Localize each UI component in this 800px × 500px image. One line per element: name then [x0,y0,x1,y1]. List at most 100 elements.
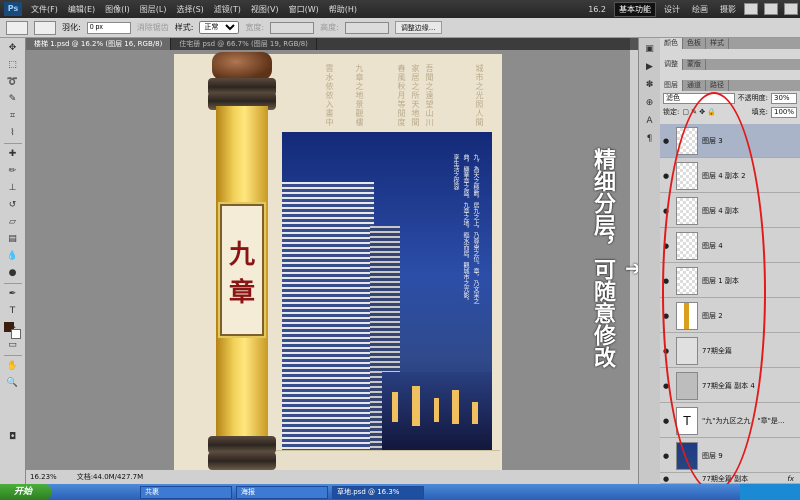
opacity-input[interactable]: 30% [771,92,797,104]
eye-icon[interactable]: ● [660,475,672,483]
tab-styles[interactable]: 样式 [706,38,729,49]
quick-select-tool-icon[interactable]: ✎ [4,92,22,106]
menu-filter[interactable]: 滤镜(T) [209,4,246,15]
actions-icon[interactable]: ▶ [643,62,657,74]
layer-row[interactable]: ● 图层 3 [660,124,800,158]
marquee-tool-icon[interactable]: ⬚ [4,58,22,72]
antialias-checkbox[interactable]: 消除锯齿 [137,22,169,33]
menu-window[interactable]: 窗口(W) [284,4,324,15]
layer-row[interactable]: ● T "九"为九区之九，"章"是... [660,404,800,438]
workspace-design[interactable]: 设计 [660,3,684,16]
tab-document-2[interactable]: 住宅册 psd @ 66.7% (图层 19, RGB/8) [171,38,317,50]
layer-row[interactable]: ● 77期全篇 副本 4 [660,369,800,403]
taskbar-item[interactable]: 共裹 [140,485,232,499]
menu-select[interactable]: 选择(S) [171,4,208,15]
hand-tool-icon[interactable]: ✋ [4,359,22,373]
blur-tool-icon[interactable]: 💧 [4,249,22,263]
eyedropper-tool-icon[interactable]: ⌇ [4,126,22,140]
tab-document-1[interactable]: 楼梯 1.psd @ 16.2% (图层 16, RGB/8) [26,38,172,50]
tool-preset-picker[interactable] [6,20,28,35]
quick-mask-icon[interactable]: ◘ [4,430,22,444]
eye-icon[interactable]: ● [660,382,672,390]
layer-row[interactable]: ● 图层 4 副本 2 [660,159,800,193]
selection-mode-buttons[interactable] [34,20,56,35]
layer-row[interactable]: ● 77期全篇 副本 fx [660,474,800,484]
style-select[interactable]: 正常 [199,21,240,34]
type-tool-icon[interactable]: T [4,304,22,318]
status-zoom[interactable]: 16.23% [30,473,57,481]
pen-tool-icon[interactable]: ✒ [4,287,22,301]
eye-icon[interactable]: ● [660,207,672,215]
eye-icon[interactable]: ● [660,417,672,425]
taskbar-item-active[interactable]: 草地.psd @ 16.3% [332,485,424,499]
width-input[interactable] [270,21,315,34]
tab-masks[interactable]: 蒙版 [683,59,706,70]
eye-icon[interactable]: ● [660,277,672,285]
tab-adjustments[interactable]: 调整 [660,59,683,70]
zoom-level-readout[interactable]: 16.2 [584,4,610,15]
minimize-button[interactable] [744,3,758,15]
lock-icon[interactable]: ▢ ✎ ✥ 🔒 [682,108,716,116]
layer-thumbnail [676,441,698,470]
stamp-tool-icon[interactable]: ⊥ [4,181,22,195]
menu-image[interactable]: 图像(I) [100,4,135,15]
eye-icon[interactable]: ● [660,137,672,145]
menu-file[interactable]: 文件(F) [26,4,63,15]
history-brush-tool-icon[interactable]: ↺ [4,198,22,212]
tab-layers[interactable]: 图层 [660,80,683,91]
lasso-tool-icon[interactable]: ➰ [4,75,22,89]
canvas-area[interactable]: 吾聞之遠望山川 家居之所天地間 春風秋月等閒度 九章之地景觀樓 雲水依依入畫中 … [26,50,630,470]
menu-edit[interactable]: 编辑(E) [63,4,100,15]
eye-icon[interactable]: ● [660,452,672,460]
layer-row[interactable]: ● 图层 1 副本 [660,264,800,298]
taskbar-item[interactable]: 海报 [236,485,328,499]
crop-tool-icon[interactable]: ⌗ [4,109,22,123]
width-label: 宽度: [245,23,265,32]
menu-view[interactable]: 视图(V) [246,4,284,15]
layer-row[interactable]: ● 图层 2 [660,299,800,333]
eye-icon[interactable]: ● [660,172,672,180]
tab-channels[interactable]: 通道 [683,80,706,91]
layer-effects-icon[interactable]: fx [787,475,794,483]
eye-icon[interactable]: ● [660,312,672,320]
move-tool-icon[interactable]: ✥ [4,41,22,55]
eraser-tool-icon[interactable]: ▱ [4,215,22,229]
character-icon[interactable]: A [643,116,657,128]
layer-row[interactable]: ● 图层 4 副本 [660,194,800,228]
zoom-tool-icon[interactable]: 🔍 [4,376,22,390]
menu-help[interactable]: 帮助(H) [324,4,362,15]
document-canvas[interactable]: 吾聞之遠望山川 家居之所天地間 春風秋月等閒度 九章之地景觀樓 雲水依依入畫中 … [174,52,502,470]
layer-row[interactable]: ● 图层 9 [660,439,800,473]
healing-tool-icon[interactable]: ✚ [4,147,22,161]
paragraph-icon[interactable]: ¶ [643,134,657,146]
height-input[interactable] [344,21,389,34]
close-button[interactable] [784,3,798,15]
layer-thumbnail [676,231,698,260]
shape-tool-icon[interactable]: ▭ [4,338,22,352]
restore-button[interactable] [764,3,778,15]
calligraphy-column: 春風秋月等閒度 [397,64,406,127]
dodge-tool-icon[interactable]: ● [4,266,22,280]
refine-edge-button[interactable]: 调整边缘... [394,21,442,34]
history-icon[interactable]: ▣ [643,44,657,56]
layer-row[interactable]: ● 77期全篇 [660,334,800,368]
clone-source-icon[interactable]: ⊕ [643,98,657,110]
brush-preset-icon[interactable]: ✽ [643,80,657,92]
gradient-tool-icon[interactable]: ▤ [4,232,22,246]
blend-mode-select[interactable]: 滤色 [663,92,735,104]
background-color-swatch[interactable] [11,329,21,339]
tab-swatches[interactable]: 色板 [683,38,706,49]
menu-layer[interactable]: 图层(L) [135,4,172,15]
brush-tool-icon[interactable]: ✏ [4,164,22,178]
eye-icon[interactable]: ● [660,242,672,250]
start-button[interactable]: 开始 [0,484,52,500]
layer-row[interactable]: ● 图层 4 [660,229,800,263]
feather-input[interactable] [86,21,131,34]
fill-input[interactable]: 100% [771,106,797,118]
workspace-painting[interactable]: 绘画 [688,3,712,16]
tab-paths[interactable]: 路径 [706,80,729,91]
workspace-essentials[interactable]: 基本功能 [614,1,656,17]
workspace-photography[interactable]: 摄影 [716,3,740,16]
tab-color[interactable]: 颜色 [660,38,683,49]
eye-icon[interactable]: ● [660,347,672,355]
